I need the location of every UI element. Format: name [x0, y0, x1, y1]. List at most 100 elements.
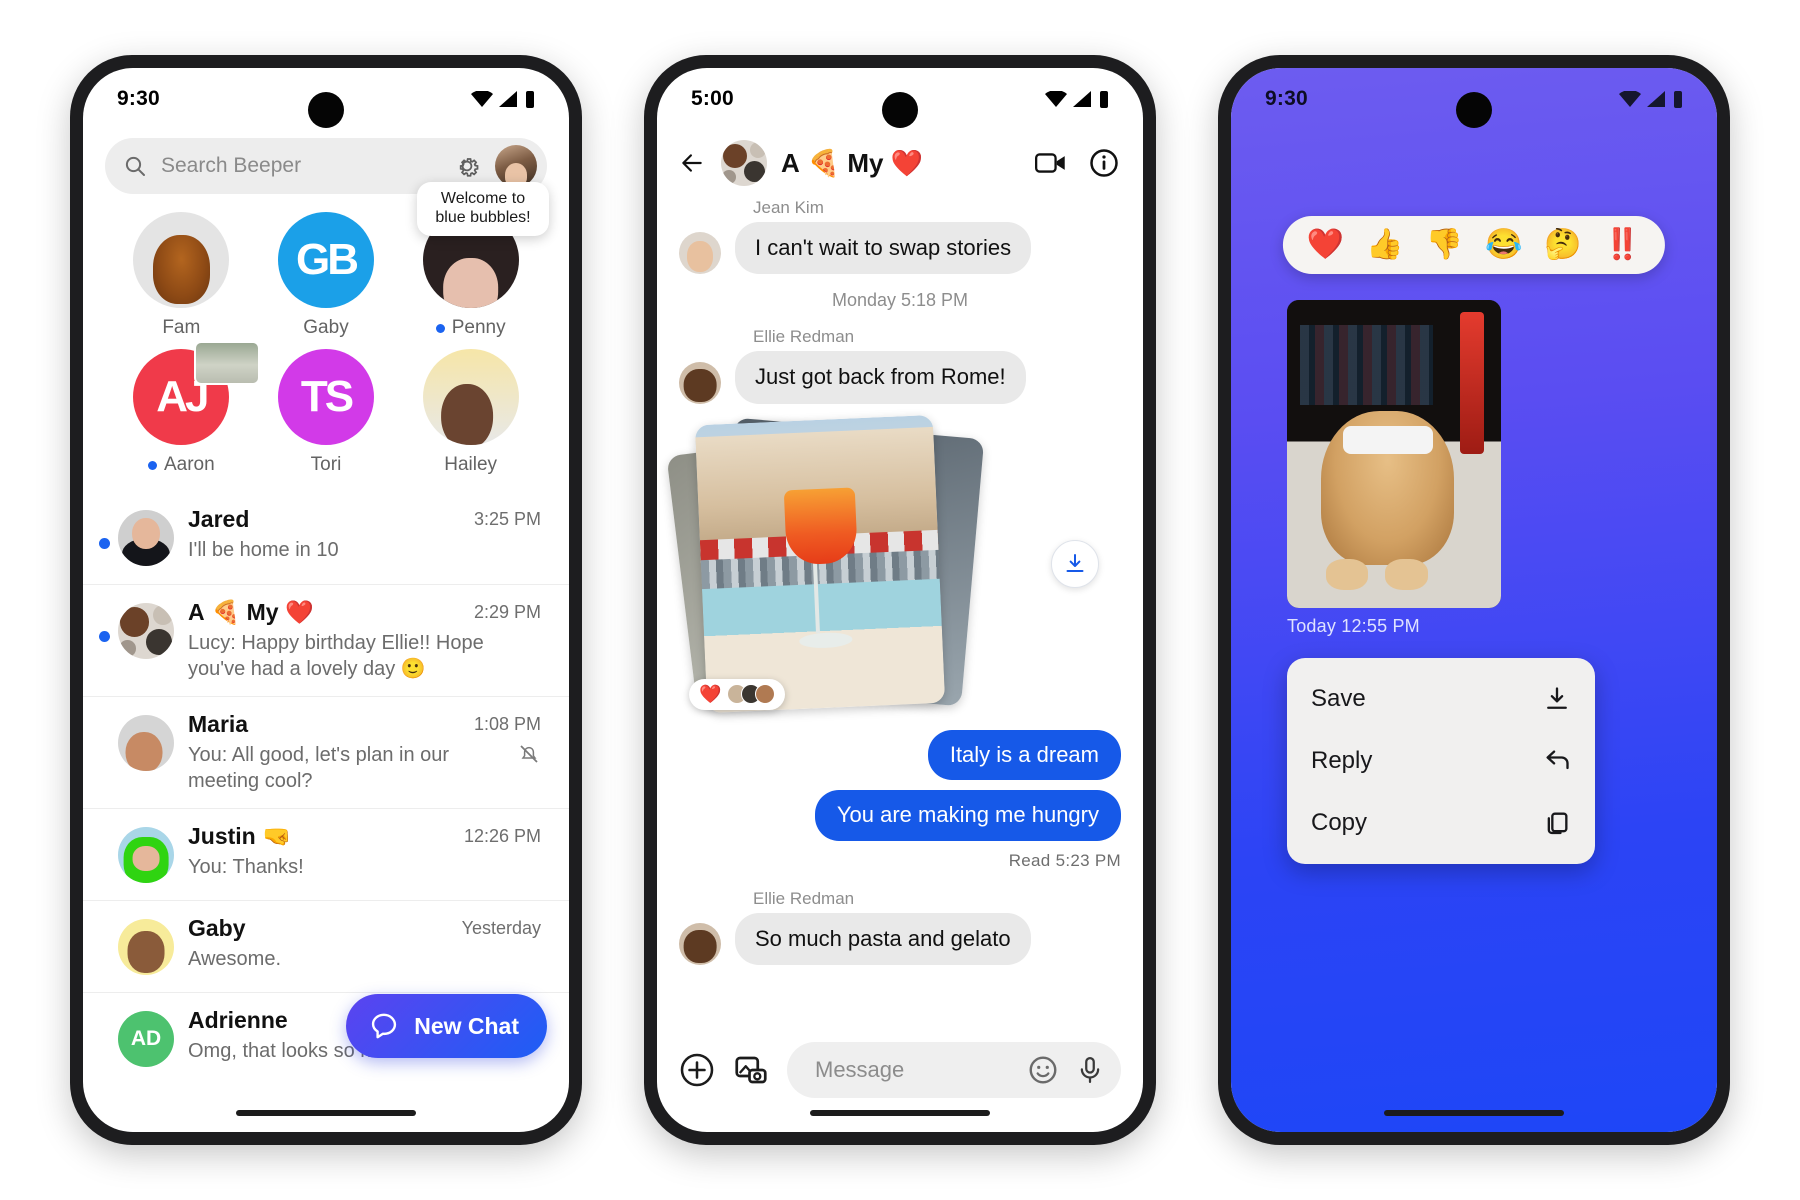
reaction-heart-icon[interactable]: ❤️ [1307, 230, 1344, 260]
cellular-icon [1647, 90, 1665, 107]
menu-item-save[interactable]: Save [1287, 668, 1595, 730]
row-header: A 🍕 My ❤️ 2:29 PM [188, 599, 541, 626]
pinned-name: Hailey [444, 454, 498, 475]
battery-icon [526, 90, 534, 108]
microphone-icon[interactable] [1075, 1054, 1105, 1086]
screenshot-stage: 9:30 Search Beeper Fam GB Gaby Welcome t… [0, 0, 1800, 1200]
message-bubble[interactable]: So much pasta and gelato [735, 912, 1031, 965]
message-row-outgoing: Italy is a dream [679, 729, 1121, 781]
plus-circle-icon[interactable] [679, 1052, 715, 1088]
info-icon[interactable] [1089, 148, 1119, 178]
chat-row-justin[interactable]: Justin 🤜 12:26 PM You: Thanks! [83, 808, 569, 900]
phone-3-screen: 9:30 ❤️ 👍 👎 😂 🤔 ‼️ Today 12:55 PM Save R… [1231, 68, 1717, 1132]
row-header: Jared 3:25 PM [188, 506, 541, 533]
message-bubble[interactable]: Just got back from Rome! [735, 351, 1026, 404]
chat-row-gaby[interactable]: Gaby Yesterday Awesome. [83, 900, 569, 992]
pinned-label: Penny [435, 317, 506, 339]
status-time: 5:00 [691, 87, 734, 110]
pinned-chats-grid: Fam GB Gaby Welcome to blue bubbles! Pen… [109, 182, 549, 476]
photo-attachment-stack[interactable]: ❤️ [666, 414, 1121, 720]
avatar [679, 232, 721, 275]
message-timestamp-divider: Monday 5:18 PM [831, 290, 969, 311]
chat-name-text: A [188, 599, 205, 625]
video-call-icon[interactable] [1035, 150, 1067, 176]
reaction-exclamation-icon[interactable]: ‼️ [1604, 230, 1641, 260]
status-icons [1045, 90, 1109, 108]
photo-reaction-pill[interactable]: ❤️ [689, 678, 786, 710]
pinned-name: Aaron [163, 454, 215, 475]
download-button[interactable] [1051, 539, 1099, 588]
message-placeholder: Message [815, 1057, 905, 1082]
row-header: Gaby Yesterday [188, 915, 541, 942]
chat-name-emoji: 🤜 [262, 823, 292, 849]
gallery-camera-icon[interactable] [733, 1052, 769, 1088]
my-avatar[interactable] [495, 145, 537, 187]
reactor-avatars [727, 684, 776, 705]
menu-item-copy[interactable]: Copy [1287, 792, 1595, 854]
gear-icon[interactable] [453, 152, 481, 180]
chat-row-maria[interactable]: Maria 1:08 PM You: All good, let's plan … [83, 696, 569, 808]
phone-1-screen: 9:30 Search Beeper Fam GB Gaby Welcome t… [83, 68, 569, 1132]
row-content: A 🍕 My ❤️ 2:29 PM Lucy: Happy birthday E… [188, 599, 547, 682]
download-icon [1547, 687, 1567, 709]
context-menu: Save Reply Copy [1287, 658, 1595, 864]
conversation-title[interactable]: A 🍕 My ❤️ [781, 148, 923, 179]
reaction-thinking-icon[interactable]: 🤔 [1544, 230, 1581, 260]
menu-item-label: Reply [1311, 747, 1373, 774]
avatar [118, 919, 174, 975]
conversation-header: A 🍕 My ❤️ [657, 130, 1143, 198]
new-chat-button[interactable]: New Chat [346, 994, 547, 1058]
pinned-chat-gaby[interactable]: GB Gaby [254, 212, 399, 339]
message-bubble[interactable]: Italy is a dream [927, 729, 1121, 781]
pinned-chat-hailey[interactable]: Hailey [398, 349, 543, 476]
phone-3-media-viewer: 9:30 ❤️ 👍 👎 😂 🤔 ‼️ Today 12:55 PM Save R… [1218, 55, 1730, 1145]
message-input[interactable]: Message [787, 1042, 1121, 1098]
emoji-icon[interactable] [1027, 1054, 1059, 1086]
menu-item-reply[interactable]: Reply [1287, 730, 1595, 792]
chat-time: 1:08 PM [473, 714, 541, 734]
photo-front[interactable] [694, 414, 946, 713]
avatar: AD [118, 1011, 174, 1067]
group-avatar[interactable] [721, 140, 767, 186]
wifi-icon [471, 90, 493, 107]
message-bubble[interactable]: I can't wait to swap stories [735, 222, 1032, 275]
reaction-laugh-icon[interactable]: 😂 [1485, 230, 1522, 260]
menu-item-label: Save [1311, 685, 1366, 712]
avatar [422, 349, 519, 445]
chat-row-group[interactable]: A 🍕 My ❤️ 2:29 PM Lucy: Happy birthday E… [83, 584, 569, 696]
reaction-thumbs-down-icon[interactable]: 👎 [1426, 230, 1463, 260]
chat-preview: You: All good, let's plan in our meeting… [188, 742, 541, 794]
media-timestamp: Today 12:55 PM [1287, 616, 1420, 636]
pinned-chat-aaron[interactable]: AJ Aaron [109, 341, 260, 476]
camera-punch-hole [882, 92, 918, 128]
pinned-chat-penny[interactable]: Welcome to blue bubbles! Penny [398, 182, 549, 339]
chat-preview: Lucy: Happy birthday Ellie!! Hope you've… [188, 632, 484, 680]
read-receipt: Read 5:23 PM [1008, 850, 1121, 870]
message-row-outgoing: You are making me hungry [679, 790, 1121, 841]
cellular-icon [499, 90, 517, 107]
avatar: GB [277, 212, 374, 308]
avatar [118, 603, 174, 659]
pinned-chat-tori[interactable]: TS Tori [254, 349, 399, 476]
row-content: Justin 🤜 12:26 PM You: Thanks! [188, 823, 547, 880]
avatar [118, 510, 174, 566]
battery-icon [1100, 90, 1108, 108]
new-chat-label: New Chat [414, 1012, 519, 1039]
message-bubble[interactable]: You are making me hungry [814, 790, 1121, 841]
media-photo[interactable] [1287, 300, 1501, 608]
pinned-label: Fam [162, 317, 200, 339]
chat-preview: I'll be home in 10 [188, 539, 339, 561]
message-sender: Ellie Redman [753, 888, 855, 908]
chat-row-jared[interactable]: Jared 3:25 PM I'll be home in 10 [83, 492, 569, 584]
home-indicator [1384, 1110, 1564, 1116]
avatar [679, 361, 721, 404]
reaction-thumbs-up-icon[interactable]: 👍 [1366, 230, 1403, 260]
unread-dot-icon [99, 538, 110, 549]
wifi-icon [1619, 90, 1641, 107]
pinned-chat-fam[interactable]: Fam [109, 212, 254, 339]
reply-arrow-icon [1546, 750, 1569, 770]
home-indicator [236, 1110, 416, 1116]
heart-reaction-icon: ❤️ [699, 683, 722, 704]
back-arrow-icon[interactable] [677, 150, 707, 176]
search-input[interactable]: Search Beeper [161, 154, 439, 178]
